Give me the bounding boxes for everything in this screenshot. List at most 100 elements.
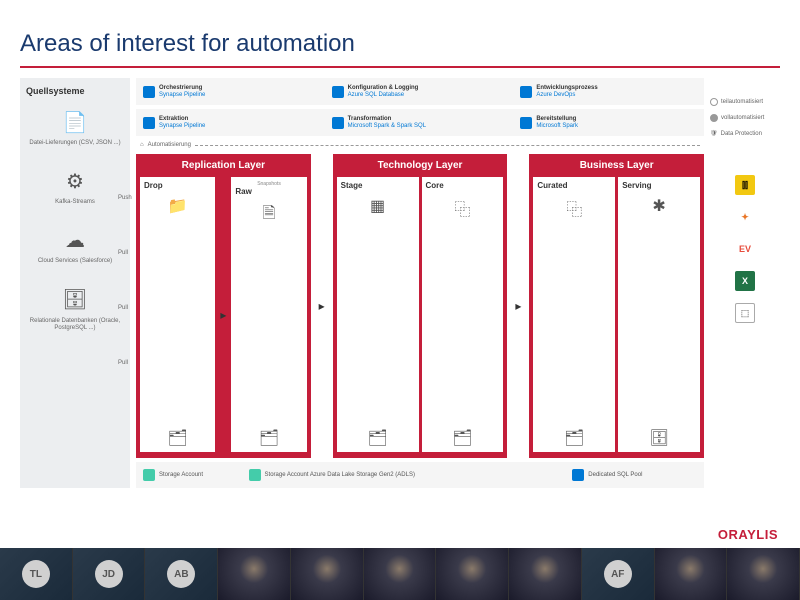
replication-layer: Replication Layer Drop 📁🗂 ▸ Snapshots Ra… [136,154,311,458]
house-icon: ⌂ [140,142,144,148]
excel-icon: X [735,271,755,291]
zone-raw: Snapshots Raw 🗎🗂 [231,177,306,452]
zone-drop: Drop 📁🗂 [140,177,215,452]
layers-row: Replication Layer Drop 📁🗂 ▸ Snapshots Ra… [136,154,704,458]
avatar: AF [604,560,632,588]
participant-tile[interactable]: JD [73,548,146,600]
database-icon: 🗄 [26,286,124,314]
sql-icon [332,86,344,98]
zone-curated: Curated ⿻🗂 [533,177,615,452]
mode-label: Pull [118,250,128,256]
page-title: Areas of interest for automation [20,30,780,58]
service-extraction: ExtraktionSynapse Pipeline [140,113,323,132]
powerbi-icon: ⫿⫿ [735,175,755,195]
video-feed [436,548,508,600]
folder-tree-icon: 🗂 [367,428,387,448]
folder-tree-icon: 🗂 [259,428,279,448]
service-orchestration: OrchestrierungSynapse Pipeline [140,82,323,101]
storage-account: Storage Account [140,466,240,484]
service-config: Konfiguration & LoggingAzure SQL Databas… [329,82,512,101]
video-feed [291,548,363,600]
folder-tree-icon: 🗂 [564,428,584,448]
main-column: OrchestrierungSynapse Pipeline Konfigura… [136,78,704,488]
services-row-2: ExtraktionSynapse Pipeline Transformatio… [136,109,704,136]
storage-icon [143,469,155,481]
service-transformation: TransformationMicrosoft Spark & Spark SQ… [329,113,512,132]
participant-tile[interactable] [364,548,437,600]
participant-tile[interactable]: AF [582,548,655,600]
db-stack-icon: 🗄 [649,428,669,448]
storage-adls: Storage Account Azure Data Lake Storage … [246,466,564,484]
sources-panel: Quellsysteme 📄 Datei-Lieferungen (CSV, J… [20,78,130,488]
devops-icon [520,86,532,98]
ev-icon: EV [735,239,755,259]
automation-bar: ⌂ Automatisierung [136,140,704,150]
storage-icon [249,469,261,481]
sources-heading: Quellsysteme [26,86,124,96]
folder-icon: 📁 [168,196,188,216]
mode-label: Push [118,195,132,201]
legend-teil: teilautomatisiert [710,98,780,106]
arrow-icon: ▸ [513,154,523,458]
cube-icon: ⬚ [735,303,755,323]
divider [20,66,780,68]
spark-icon [332,117,344,129]
source-cloud: ☁ Cloud Services (Salesforce) [26,226,124,265]
service-provisioning: BereitstellungMicrosoft Spark [517,113,700,132]
arrow-icon: ▸ [218,177,228,452]
zone-core: Core ⿻🗂 [422,177,504,452]
arrow-icon: ▸ [317,154,327,458]
star-schema-icon: ✱ [652,196,665,216]
folder-tree-icon: 🗂 [168,428,188,448]
participant-tile[interactable]: AB [145,548,218,600]
legend-dp: 🛡Data Protection [710,130,780,137]
legend-column: teilautomatisiert vollautomatisiert 🛡Dat… [710,78,780,488]
video-feed [218,548,290,600]
video-feed [655,548,727,600]
legend-voll: vollautomatisiert [710,114,780,122]
participant-tile[interactable] [436,548,509,600]
video-feed [509,548,581,600]
avatar: AB [167,560,195,588]
model-icon: ⿻ [566,196,582,220]
source-db: 🗄 Relationale Datenbanken (Oracle, Postg… [26,286,124,332]
avatar: JD [95,560,123,588]
sqlpool-icon [572,469,584,481]
business-layer: Business Layer Curated ⿻🗂 Serving ✱🗄 [529,154,704,458]
participant-tile[interactable] [655,548,728,600]
zone-stage: Stage ▦🗂 [337,177,419,452]
folder-tree-icon: 🗂 [452,428,472,448]
services-row-1: OrchestrierungSynapse Pipeline Konfigura… [136,78,704,105]
schema-icon: ⿻ [454,196,470,220]
participant-tile[interactable] [727,548,800,600]
brand-logo: ORAYLIS [718,527,778,542]
cloud-icon: ☁ [26,226,124,254]
service-devops: EntwicklungsprozessAzure DevOps [517,82,700,101]
technology-layer: Technology Layer Stage ▦🗂 Core ⿻🗂 [333,154,508,458]
synapse-icon [143,86,155,98]
shield-icon: 🛡 [710,130,718,137]
participant-tile[interactable] [509,548,582,600]
participant-tile[interactable] [218,548,291,600]
snapshot-icon: 🗎 [263,202,276,229]
slide: Areas of interest for automation Quellsy… [0,0,800,548]
file-icon: 📄 [26,108,124,136]
kafka-icon: ⚙ [26,167,124,195]
video-feed [727,548,799,600]
extract-icon [143,117,155,129]
mode-label: Pull [118,305,128,311]
provision-icon [520,117,532,129]
tableau-icon: ✦ [735,207,755,227]
participant-tile[interactable]: TL [0,548,73,600]
avatar: TL [22,560,50,588]
table-icon: ▦ [370,196,385,216]
video-feed [364,548,436,600]
architecture-diagram: Quellsysteme 📄 Datei-Lieferungen (CSV, J… [20,78,780,488]
participant-tile[interactable] [291,548,364,600]
source-kafka: ⚙ Kafka-Streams [26,167,124,206]
storage-row: Storage Account Storage Account Azure Da… [136,462,704,488]
zone-serving: Serving ✱🗄 [618,177,700,452]
mode-label: Pull [118,360,128,366]
video-call-bar: TL JD AB AF [0,548,800,600]
source-file: 📄 Datei-Lieferungen (CSV, JSON ...) [26,108,124,147]
